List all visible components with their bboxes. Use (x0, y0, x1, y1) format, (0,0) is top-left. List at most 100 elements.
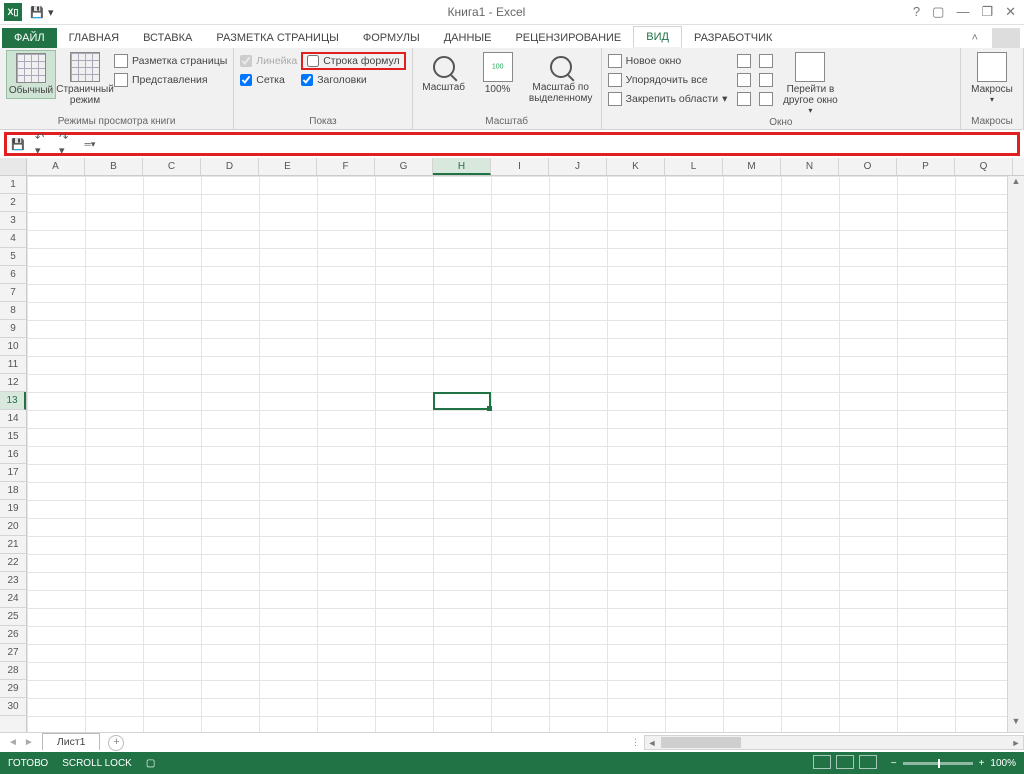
help-button[interactable]: ? (913, 4, 920, 20)
record-macro-icon[interactable]: ▢ (146, 758, 155, 769)
freeze-panes-button[interactable]: Закрепить области▾ (608, 90, 728, 108)
user-avatar[interactable] (992, 28, 1020, 48)
column-header-G[interactable]: G (375, 158, 433, 175)
qat-dropdown-icon[interactable]: ▾ (48, 6, 60, 18)
scroll-left-icon[interactable]: ◄ (645, 738, 659, 748)
pagebreak-view-button[interactable]: Страничный режим (60, 50, 110, 108)
row-header-19[interactable]: 19 (0, 500, 26, 518)
column-header-C[interactable]: C (143, 158, 201, 175)
row-header-10[interactable]: 10 (0, 338, 26, 356)
unhide-button[interactable] (737, 90, 751, 108)
zoom-out-button[interactable]: − (891, 758, 897, 769)
hide-button[interactable] (737, 71, 751, 89)
zoom-level[interactable]: 100% (990, 758, 1016, 769)
row-header-5[interactable]: 5 (0, 248, 26, 266)
row-header-11[interactable]: 11 (0, 356, 26, 374)
switch-windows-button[interactable]: Перейти в другое окно▾ (777, 50, 843, 117)
row-header-6[interactable]: 6 (0, 266, 26, 284)
view-side-by-side-button[interactable] (759, 52, 773, 70)
column-header-A[interactable]: A (27, 158, 85, 175)
row-header-30[interactable]: 30 (0, 698, 26, 716)
vertical-scrollbar[interactable]: ▲ ▼ (1007, 176, 1024, 732)
tab-home[interactable]: ГЛАВНАЯ (57, 28, 131, 48)
zoom-button[interactable]: Масштаб (419, 50, 469, 95)
row-header-22[interactable]: 22 (0, 554, 26, 572)
row-header-18[interactable]: 18 (0, 482, 26, 500)
column-header-L[interactable]: L (665, 158, 723, 175)
sheet-nav-first-icon[interactable]: ◄ (6, 737, 20, 748)
split-button[interactable] (737, 52, 751, 70)
column-header-Q[interactable]: Q (955, 158, 1013, 175)
zoom-slider[interactable] (903, 762, 973, 765)
row-header-25[interactable]: 25 (0, 608, 26, 626)
row-header-16[interactable]: 16 (0, 446, 26, 464)
column-header-D[interactable]: D (201, 158, 259, 175)
select-all-corner[interactable] (0, 158, 27, 175)
arrange-all-button[interactable]: Упорядочить все (608, 71, 728, 89)
row-header-13[interactable]: 13 (0, 392, 26, 410)
column-header-E[interactable]: E (259, 158, 317, 175)
gridlines-checkbox[interactable]: Сетка (240, 71, 297, 89)
column-header-B[interactable]: B (85, 158, 143, 175)
macros-button[interactable]: Макросы▾ (967, 50, 1017, 106)
tab-data[interactable]: ДАННЫЕ (432, 28, 504, 48)
page-layout-shortcut[interactable] (836, 755, 854, 769)
undo-icon[interactable]: ↶ ▾ (35, 137, 49, 151)
redo-icon[interactable]: ↷ ▾ (59, 137, 73, 151)
row-header-7[interactable]: 7 (0, 284, 26, 302)
normal-view-shortcut[interactable] (813, 755, 831, 769)
row-header-23[interactable]: 23 (0, 572, 26, 590)
scroll-right-icon[interactable]: ► (1009, 738, 1023, 748)
row-header-15[interactable]: 15 (0, 428, 26, 446)
tab-view[interactable]: ВИД (633, 26, 682, 48)
sync-scroll-button[interactable] (759, 71, 773, 89)
headings-checkbox[interactable]: Заголовки (301, 71, 405, 89)
row-header-29[interactable]: 29 (0, 680, 26, 698)
restore-button[interactable]: ❐ (981, 4, 993, 20)
row-header-1[interactable]: 1 (0, 176, 26, 194)
row-header-20[interactable]: 20 (0, 518, 26, 536)
column-header-M[interactable]: M (723, 158, 781, 175)
new-window-button[interactable]: Новое окно (608, 52, 728, 70)
sheet-nav-last-icon[interactable]: ► (22, 737, 36, 748)
hscroll-thumb[interactable] (661, 737, 741, 748)
add-sheet-button[interactable]: + (108, 735, 124, 751)
reset-position-button[interactable] (759, 90, 773, 108)
customize-qat-icon[interactable]: ═▾ (83, 137, 97, 151)
row-header-4[interactable]: 4 (0, 230, 26, 248)
tab-insert[interactable]: ВСТАВКА (131, 28, 204, 48)
row-header-12[interactable]: 12 (0, 374, 26, 392)
row-header-8[interactable]: 8 (0, 302, 26, 320)
tab-formulas[interactable]: ФОРМУЛЫ (351, 28, 432, 48)
column-header-I[interactable]: I (491, 158, 549, 175)
row-header-21[interactable]: 21 (0, 536, 26, 554)
selected-cell[interactable] (433, 392, 491, 410)
tab-developer[interactable]: РАЗРАБОТЧИК (682, 28, 784, 48)
zoom-to-selection-button[interactable]: Масштаб по выделенному (527, 50, 595, 106)
cells-area[interactable] (27, 176, 1007, 732)
tab-file[interactable]: ФАЙЛ (2, 28, 57, 48)
tab-review[interactable]: РЕЦЕНЗИРОВАНИЕ (503, 28, 633, 48)
horizontal-scrollbar[interactable]: ◄ ► (644, 735, 1024, 750)
tab-page-layout[interactable]: РАЗМЕТКА СТРАНИЦЫ (204, 28, 350, 48)
normal-view-button[interactable]: Обычный (6, 50, 56, 99)
column-header-F[interactable]: F (317, 158, 375, 175)
row-header-26[interactable]: 26 (0, 626, 26, 644)
row-header-27[interactable]: 27 (0, 644, 26, 662)
formula-bar-checkbox[interactable]: Строка формул (301, 52, 405, 70)
column-header-N[interactable]: N (781, 158, 839, 175)
row-header-17[interactable]: 17 (0, 464, 26, 482)
column-header-K[interactable]: K (607, 158, 665, 175)
ruler-checkbox[interactable]: Линейка (240, 52, 297, 70)
collapse-ribbon-icon[interactable]: ˄ (962, 28, 988, 48)
page-layout-button[interactable]: Разметка страницы (114, 52, 227, 70)
sheet-tab[interactable]: Лист1 (42, 733, 101, 750)
scroll-down-icon[interactable]: ▼ (1008, 716, 1024, 732)
zoom-100-button[interactable]: 100% (473, 50, 523, 97)
custom-views-button[interactable]: Представления (114, 71, 227, 89)
pagebreak-shortcut[interactable] (859, 755, 877, 769)
close-button[interactable]: ✕ (1005, 4, 1016, 20)
column-header-P[interactable]: P (897, 158, 955, 175)
row-header-24[interactable]: 24 (0, 590, 26, 608)
row-header-14[interactable]: 14 (0, 410, 26, 428)
